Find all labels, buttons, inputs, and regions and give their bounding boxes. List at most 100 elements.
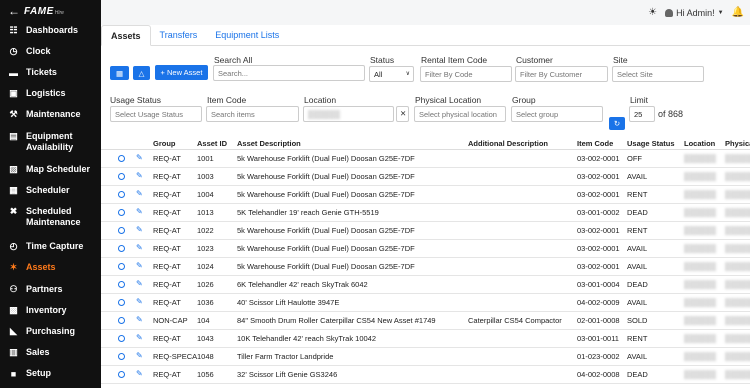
cell-usage-status: AVAIL xyxy=(627,172,648,181)
select-radio[interactable] xyxy=(118,371,125,378)
assets-icon: ✶ xyxy=(9,262,18,272)
table-row[interactable]: ✎ REQ-AT 1001 5k Warehouse Forklift (Dual F… xyxy=(101,150,750,168)
sidebar-item-assets[interactable]: ✶ Assets xyxy=(0,262,101,273)
cell-location-redacted: ██████ xyxy=(684,352,716,361)
sidebar-item-scheduler[interactable]: ▦ Scheduler xyxy=(0,185,101,196)
scale-view-button[interactable]: △ xyxy=(133,66,150,80)
edit-icon[interactable]: ✎ xyxy=(136,261,143,270)
col-physical[interactable]: Physica xyxy=(725,139,750,148)
group-select[interactable] xyxy=(511,106,603,122)
edit-icon[interactable]: ✎ xyxy=(136,279,143,288)
customer-input[interactable] xyxy=(515,66,608,82)
item-code-label: Item Code xyxy=(207,95,247,105)
table-row[interactable]: ✎ REQ-AT 1022 5k Warehouse Forklift (Dual F… xyxy=(101,222,750,240)
select-radio[interactable] xyxy=(118,227,125,234)
edit-icon[interactable]: ✎ xyxy=(136,225,143,234)
col-group[interactable]: Group xyxy=(153,139,176,148)
edit-icon[interactable]: ✎ xyxy=(136,243,143,252)
select-radio[interactable] xyxy=(118,191,125,198)
physical-location-select[interactable] xyxy=(414,106,506,122)
table-row[interactable]: ✎ REQ-AT 1023 5k Warehouse Forklift (Dual F… xyxy=(101,240,750,258)
sidebar-item-sales[interactable]: ▥ Sales xyxy=(0,347,101,358)
table-row[interactable]: ✎ REQ-AT 1004 5k Warehouse Forklift (Dual F… xyxy=(101,186,750,204)
sidebar-item-tickets[interactable]: ▬ Tickets xyxy=(0,67,101,78)
location-select[interactable]: ██████ xyxy=(303,106,394,122)
tab-equipment-lists[interactable]: Equipment Lists xyxy=(206,25,288,46)
edit-icon[interactable]: ✎ xyxy=(136,171,143,180)
select-radio[interactable] xyxy=(118,353,125,360)
select-radio[interactable] xyxy=(118,173,125,180)
col-asset-id[interactable]: Asset ID xyxy=(197,139,227,148)
table-row[interactable]: ✎ REQ-AT 1024 5k Warehouse Forklift (Dual F… xyxy=(101,258,750,276)
clear-location-button[interactable]: ✕ xyxy=(396,106,409,122)
col-usage-status[interactable]: Usage Status xyxy=(627,139,675,148)
table-row[interactable]: ✎ REQ-AT 1043 10K Telehandler 42' reach Sky… xyxy=(101,330,750,348)
edit-icon[interactable]: ✎ xyxy=(136,189,143,198)
sidebar-item-scheduled-maintenance[interactable]: ✖ Scheduled Maintenance xyxy=(0,206,101,228)
table-row[interactable]: ✎ REQ-AT 1013 5K Telehandler 19' reach Geni… xyxy=(101,204,750,222)
sidebar-item-setup[interactable]: ■ Setup xyxy=(0,368,101,379)
table-row[interactable]: ✎ REQ-AT 1056 32' Scissor Lift Genie GS3246… xyxy=(101,366,750,384)
sidebar-item-equipment-availability[interactable]: ▤ Equipment Availability xyxy=(0,131,101,153)
cell-group: REQ-AT xyxy=(153,190,181,199)
lightbulb-icon[interactable]: ☀ xyxy=(648,7,657,18)
select-radio[interactable] xyxy=(118,281,125,288)
edit-icon[interactable]: ✎ xyxy=(136,207,143,216)
edit-icon[interactable]: ✎ xyxy=(136,369,143,378)
col-location[interactable]: Location xyxy=(684,139,715,148)
status-select[interactable]: All ∨ xyxy=(369,66,414,82)
table-row[interactable]: ✎ NON-CAP 104 84" Smooth Drum Roller Caterp… xyxy=(101,312,750,330)
col-item-code[interactable]: Item Code xyxy=(577,139,613,148)
bar-chart-icon: ▦ xyxy=(115,68,124,78)
col-additional-description[interactable]: Additional Description xyxy=(468,139,548,148)
table-row[interactable]: ✎ REQ-AT 1026 6K Telehandler 42' reach SkyT… xyxy=(101,276,750,294)
sidebar-item-map-scheduler[interactable]: ▨ Map Scheduler xyxy=(0,164,101,175)
select-radio[interactable] xyxy=(118,299,125,306)
app-logo[interactable]: FAME xyxy=(24,6,54,17)
item-code-input[interactable] xyxy=(206,106,299,122)
site-select[interactable] xyxy=(612,66,704,82)
sidebar-item-partners[interactable]: ⚇ Partners xyxy=(0,284,101,295)
sidebar-item-purchasing[interactable]: ◣ Purchasing xyxy=(0,326,101,337)
sidebar-item-dashboards[interactable]: ☷ Dashboards xyxy=(0,25,101,36)
table-row[interactable]: ✎ REQ-AT 1003 5k Warehouse Forklift (Dual F… xyxy=(101,168,750,186)
refresh-button[interactable]: ↻ xyxy=(609,117,625,130)
edit-icon[interactable]: ✎ xyxy=(136,351,143,360)
select-radio[interactable] xyxy=(118,245,125,252)
sidebar-item-time-capture[interactable]: ◴ Time Capture xyxy=(0,241,101,252)
select-radio[interactable] xyxy=(118,263,125,270)
sidebar-item-label: Partners xyxy=(26,284,63,294)
select-radio[interactable] xyxy=(118,155,125,162)
edit-icon[interactable]: ✎ xyxy=(136,315,143,324)
search-all-input[interactable] xyxy=(213,65,365,81)
select-radio[interactable] xyxy=(118,209,125,216)
cell-asset-description: 84" Smooth Drum Roller Caterpillar CS54 … xyxy=(237,316,436,325)
sidebar-item-maintenance[interactable]: ⚒ Maintenance xyxy=(0,109,101,120)
col-asset-description[interactable]: Asset Description xyxy=(237,139,301,148)
select-radio[interactable] xyxy=(118,317,125,324)
sidebar-item-label: Equipment Availability xyxy=(26,131,74,152)
limit-input[interactable]: 25 xyxy=(629,106,655,122)
user-menu[interactable]: Hi Admin! ▼ xyxy=(665,8,724,18)
rental-item-code-input[interactable] xyxy=(420,66,512,82)
edit-icon[interactable]: ✎ xyxy=(136,333,143,342)
bell-icon[interactable]: 🔔 xyxy=(732,7,744,18)
sidebar-item-label: Setup xyxy=(26,368,52,378)
back-arrow-icon[interactable]: ← xyxy=(8,4,20,18)
chart-view-button[interactable]: ▦ xyxy=(110,66,129,80)
usage-status-select[interactable] xyxy=(110,106,202,122)
edit-icon[interactable]: ✎ xyxy=(136,297,143,306)
tab-assets[interactable]: Assets xyxy=(101,25,151,46)
cell-asset-id: 1001 xyxy=(197,154,214,163)
cell-location-redacted: ██████ xyxy=(684,262,716,271)
table-row[interactable]: ✎ REQ-SPECA 1048 Tiller Farm Tractor Landpr… xyxy=(101,348,750,366)
edit-icon[interactable]: ✎ xyxy=(136,153,143,162)
sidebar-item-logistics[interactable]: ▣ Logistics xyxy=(0,88,101,99)
select-radio[interactable] xyxy=(118,335,125,342)
table-row[interactable]: ✎ REQ-AT 1036 40' Scissor Lift Haulotte 394… xyxy=(101,294,750,312)
cell-item-code: 03-002-0001 xyxy=(577,244,620,253)
new-asset-button[interactable]: + New Asset xyxy=(155,65,208,80)
sidebar-item-clock[interactable]: ◷ Clock xyxy=(0,46,101,57)
sidebar-item-inventory[interactable]: ▩ Inventory xyxy=(0,305,101,316)
tab-transfers[interactable]: Transfers xyxy=(151,25,207,46)
